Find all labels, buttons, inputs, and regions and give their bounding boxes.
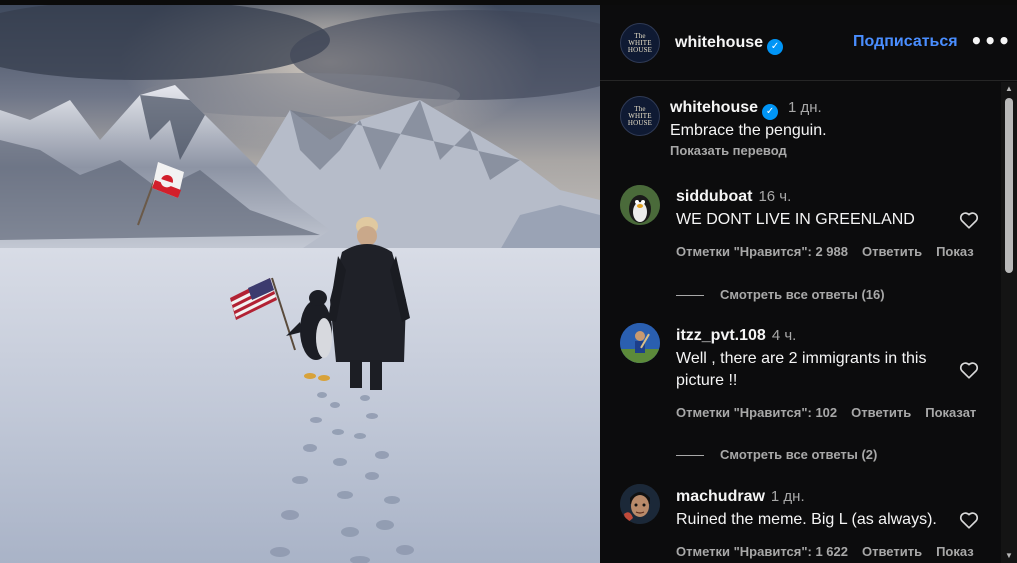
view-replies-link[interactable]: Смотреть все ответы (16) [676, 287, 885, 302]
drawn-face-avatar-icon [620, 484, 660, 524]
reply-button[interactable]: Ответить [862, 544, 922, 559]
verified-badge-icon: ✓ [762, 103, 779, 120]
scroll-down-arrow-icon[interactable]: ▼ [1004, 552, 1014, 560]
comment-text-line: picture !! [676, 372, 738, 389]
post-header: The WHITE HOUSE whitehouse ✓ Подписаться … [600, 5, 1017, 81]
caption-translate-link[interactable]: Показать перевод [670, 143, 787, 158]
comment-username-row: machudraw 1 дн. [676, 488, 805, 506]
comment-avatar[interactable] [620, 323, 660, 363]
scrollbar-thumb[interactable] [1005, 98, 1013, 273]
view-replies-label: Смотреть все ответы (16) [720, 287, 885, 302]
comment-text: Well , there are 2 immigrants in this pi… [676, 348, 926, 392]
post-image[interactable] [0, 0, 600, 563]
view-replies-label: Смотреть все ответы (2) [720, 447, 878, 462]
caption-time[interactable]: 1 дн. [788, 99, 822, 116]
comments-list: The WHITE HOUSE whitehouse ✓ 1 дн. Embrace… [600, 82, 1000, 563]
comment-actions: Отметки "Нравится": 102 Ответить Показат [676, 405, 990, 420]
reply-button[interactable]: Ответить [851, 405, 911, 420]
comment-time[interactable]: 4 ч. [772, 327, 797, 344]
comments-scrollbar[interactable]: ▲ ▼ [1001, 82, 1017, 563]
comment-username-row: itzz_pvt.108 4 ч. [676, 327, 796, 345]
comment-time[interactable]: 1 дн. [771, 488, 805, 505]
caption-avatar-logo: The WHITE HOUSE [627, 104, 653, 127]
translate-link[interactable]: Показ [936, 244, 974, 259]
comment-text: WE DONT LIVE IN GREENLAND [676, 211, 915, 228]
replies-divider [676, 455, 704, 457]
comment-text: Ruined the meme. Big L (as always). [676, 511, 937, 528]
caption-username-row: whitehouse ✓ 1 дн. [670, 99, 822, 120]
comment-likes-count[interactable]: Отметки "Нравится": 102 [676, 405, 837, 420]
heart-outline-icon[interactable] [958, 209, 980, 231]
follow-button[interactable]: Подписаться [853, 33, 958, 51]
comment-username[interactable]: itzz_pvt.108 [676, 327, 766, 344]
heart-outline-icon[interactable] [958, 509, 980, 531]
cricket-avatar-icon [620, 323, 660, 363]
view-replies-link[interactable]: Смотреть все ответы (2) [676, 447, 877, 462]
author-avatar[interactable]: The WHITE HOUSE [620, 23, 660, 63]
comment-likes-count[interactable]: Отметки "Нравится": 1 622 [676, 544, 848, 559]
more-options-icon[interactable]: ••• [970, 29, 1011, 53]
comments-panel: The WHITE HOUSE whitehouse ✓ Подписаться … [600, 0, 1017, 563]
comment-avatar[interactable] [620, 185, 660, 225]
reply-button[interactable]: Ответить [862, 244, 922, 259]
comment-username[interactable]: sidduboat [676, 188, 752, 205]
caption-text: Embrace the penguin. [670, 122, 827, 139]
comment-actions: Отметки "Нравится": 1 622 Ответить Показ [676, 544, 988, 559]
comment-username-row: sidduboat 16 ч. [676, 188, 791, 206]
heart-outline-icon[interactable] [958, 359, 980, 381]
comment-avatar[interactable] [620, 484, 660, 524]
replies-divider [676, 295, 704, 297]
translate-link[interactable]: Показ [936, 544, 974, 559]
comment-time[interactable]: 16 ч. [758, 188, 791, 205]
comment-username[interactable]: machudraw [676, 488, 765, 505]
post-photo-illustration [0, 0, 600, 563]
comment-text-line: Well , there are 2 immigrants in this [676, 350, 927, 367]
caption-username[interactable]: whitehouse [670, 99, 758, 116]
comment-actions: Отметки "Нравится": 2 988 Ответить Показ [676, 244, 988, 259]
caption-avatar[interactable]: The WHITE HOUSE [620, 96, 660, 136]
author-avatar-logo: The WHITE HOUSE [627, 31, 653, 54]
scroll-up-arrow-icon[interactable]: ▲ [1004, 85, 1014, 93]
author-name-row: whitehouse ✓ [675, 34, 784, 55]
comment-likes-count[interactable]: Отметки "Нравится": 2 988 [676, 244, 848, 259]
penguin-avatar-icon [620, 185, 660, 225]
verified-badge-icon: ✓ [767, 38, 784, 55]
translate-link[interactable]: Показат [925, 405, 976, 420]
author-username[interactable]: whitehouse [675, 34, 763, 51]
window-top-edge [0, 0, 1017, 5]
